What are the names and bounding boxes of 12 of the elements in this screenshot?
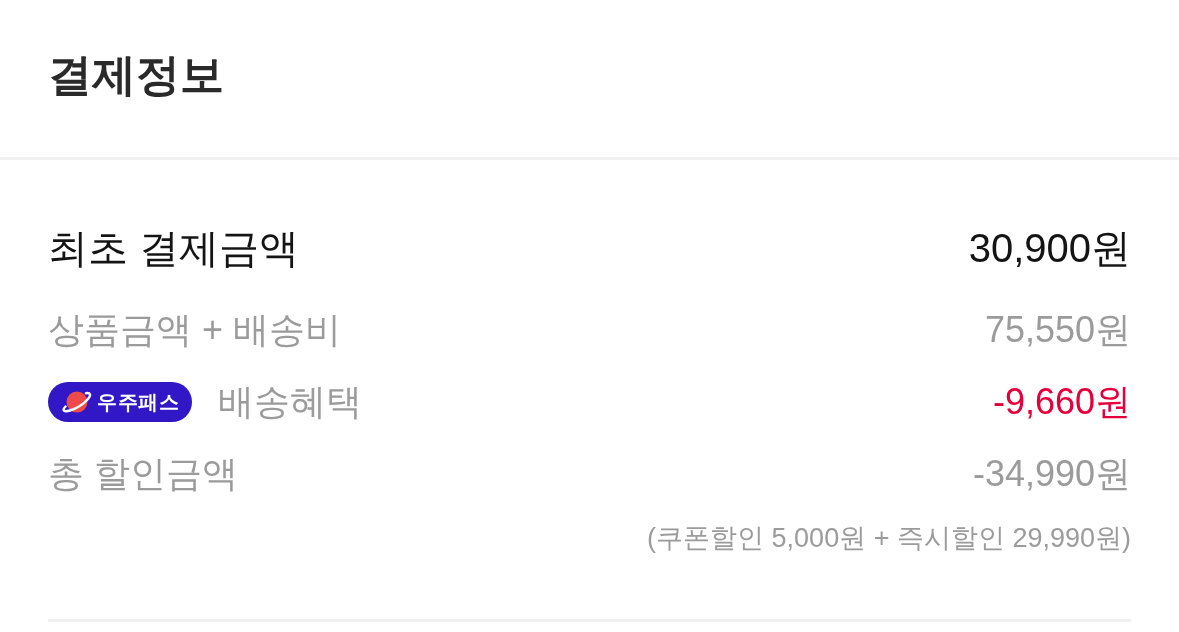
summary-amount: -34,990원 (972, 451, 1131, 496)
section-title: 결제정보 (48, 49, 225, 101)
membership-badge: 우주패스 (48, 382, 192, 422)
discount-breakdown: (쿠폰할인 5,000원 + 즉시할인 29,990원) (647, 522, 1131, 555)
planet-icon (62, 389, 92, 415)
summary-amount: -9,660원 (992, 379, 1131, 424)
summary-amount: 30,900원 (968, 224, 1131, 272)
summary-label: 최초 결제금액 (48, 224, 300, 272)
summary-label: 총 할인금액 (48, 451, 238, 496)
summary-label: 배송혜택 (218, 379, 362, 424)
summary-amount: 75,550원 (984, 307, 1131, 352)
summary-label: 상품금액 + 배송비 (48, 307, 342, 352)
